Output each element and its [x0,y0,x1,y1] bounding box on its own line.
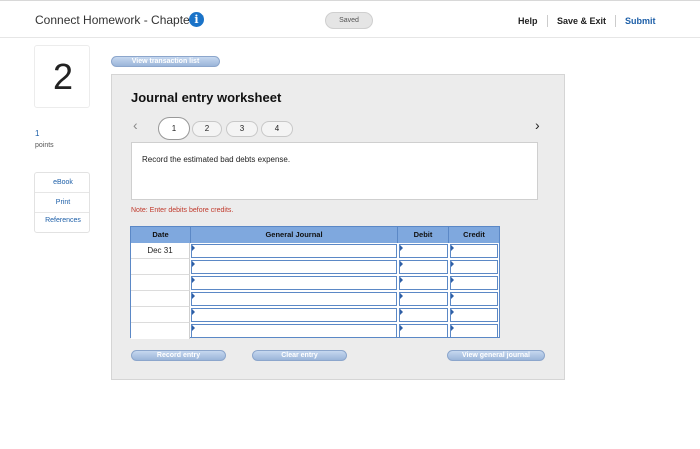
date-cell[interactable] [131,323,190,339]
table-row [131,291,499,307]
save-exit-link[interactable]: Save & Exit [557,16,606,26]
question-number: 2 [52,56,74,97]
debit-input[interactable] [399,244,448,258]
debit-input[interactable] [399,260,448,274]
references-link[interactable]: References [35,217,91,224]
debit-input[interactable] [399,308,448,322]
question-number-box: 2 [34,45,90,108]
worksheet-title: Journal entry worksheet [131,90,282,105]
step-2-tab[interactable]: 2 [192,121,222,137]
credit-input[interactable] [450,244,498,258]
journal-table: Date General Journal Debit Credit Dec 31 [130,226,500,339]
chevron-right-icon[interactable]: › [535,117,540,133]
table-row [131,259,499,275]
credit-input[interactable] [450,292,498,306]
table-row: Dec 31 [131,243,499,259]
table-row [131,323,499,339]
column-header-general-journal: General Journal [191,227,398,243]
table-row [131,307,499,323]
entry-note: Note: Enter debits before credits. [131,207,234,214]
credit-input[interactable] [450,276,498,290]
column-header-debit: Debit [398,227,449,243]
debit-input[interactable] [399,276,448,290]
info-icon[interactable]: i [189,12,204,27]
print-link[interactable]: Print [35,199,91,206]
date-cell[interactable] [131,291,190,307]
step-4-tab[interactable]: 4 [261,121,293,137]
points-label: points [35,142,54,149]
account-input[interactable] [191,276,397,290]
transaction-description-box: Record the estimated bad debts expense. [131,142,538,200]
record-entry-button[interactable]: Record entry [131,350,226,361]
account-input[interactable] [191,260,397,274]
column-header-credit: Credit [449,227,499,243]
account-input[interactable] [191,244,397,258]
table-row [131,275,499,291]
date-cell[interactable] [131,275,190,291]
transaction-description: Record the estimated bad debts expense. [142,155,291,164]
account-input[interactable] [191,324,397,338]
debit-input[interactable] [399,292,448,306]
clear-entry-button[interactable]: Clear entry [252,350,347,361]
help-link[interactable]: Help [518,16,538,26]
top-bar: Connect Homework - Chapter 7 i Saved Hel… [0,0,700,38]
step-3-tab[interactable]: 3 [226,121,258,137]
submit-link[interactable]: Submit [625,16,656,26]
account-input[interactable] [191,308,397,322]
debit-input[interactable] [399,324,448,338]
view-transaction-list-button[interactable]: View transaction list [111,56,220,67]
column-header-date: Date [131,227,191,243]
points-value: 1 [35,129,40,138]
resource-links: eBook Print References [34,172,90,233]
credit-input[interactable] [450,308,498,322]
saved-status-badge: Saved [325,12,373,29]
credit-input[interactable] [450,260,498,274]
divider [547,15,548,27]
ebook-link[interactable]: eBook [35,179,91,186]
account-input[interactable] [191,292,397,306]
divider [615,15,616,27]
chevron-left-icon[interactable]: ‹ [133,117,138,133]
date-cell[interactable] [131,259,190,275]
assignment-title: Connect Homework - Chapter 7 [35,13,204,27]
date-cell[interactable]: Dec 31 [131,243,190,259]
step-1-tab[interactable]: 1 [158,117,190,140]
view-general-journal-button[interactable]: View general journal [447,350,545,361]
date-cell[interactable] [131,307,190,323]
divider [35,212,89,213]
divider [35,192,89,193]
credit-input[interactable] [450,324,498,338]
